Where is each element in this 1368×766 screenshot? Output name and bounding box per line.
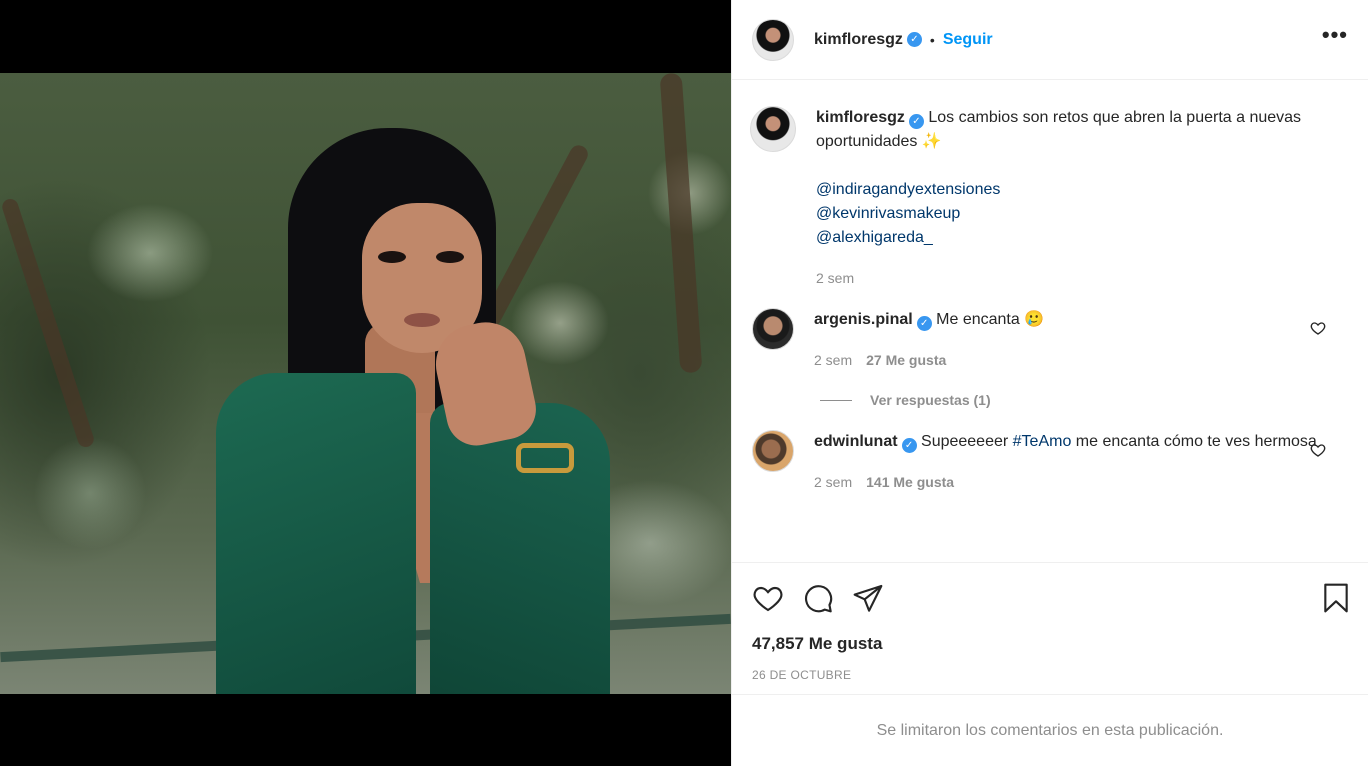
more-icon[interactable]: ••• bbox=[1322, 23, 1348, 50]
post-photo[interactable] bbox=[0, 73, 731, 694]
caption-meta: 2 sem bbox=[816, 266, 1350, 290]
verified-badge-icon: ✓ bbox=[901, 438, 917, 453]
post-date[interactable]: 26 DE OCTUBRE bbox=[732, 660, 1368, 694]
view-replies-button[interactable]: Ver respuestas (1) bbox=[820, 392, 1350, 408]
comment-text: Me encanta 🥲 bbox=[936, 311, 1045, 328]
post-like-count[interactable]: 47,857 Me gusta bbox=[732, 632, 1368, 660]
mention-link[interactable]: @alexhigareda_ bbox=[816, 226, 1350, 250]
replies-divider-line bbox=[820, 399, 852, 401]
comments-list[interactable]: kimfloresgz ✓ Los cambios son retos que a… bbox=[732, 80, 1368, 562]
caption-row: kimfloresgz ✓ Los cambios son retos que a… bbox=[750, 106, 1350, 290]
commenter-username[interactable]: argenis.pinal bbox=[814, 311, 913, 328]
share-icon[interactable] bbox=[852, 582, 884, 614]
verified-badge-icon: ✓ bbox=[906, 32, 922, 47]
mention-link[interactable]: @kevinrivasmakeup bbox=[816, 202, 1350, 226]
comment-body: argenis.pinal ✓ Me encanta 🥲 2 sem 27 Me g… bbox=[814, 308, 1350, 372]
photo-branch bbox=[659, 73, 703, 374]
view-replies-label: Ver respuestas (1) bbox=[870, 392, 991, 408]
comment-meta: 2 sem 27 Me gusta bbox=[814, 348, 1350, 372]
mention-link[interactable]: @indiragandyextensiones bbox=[816, 178, 1350, 202]
commenter-avatar[interactable] bbox=[752, 308, 794, 350]
author-avatar[interactable] bbox=[752, 18, 794, 61]
comment-row: edwinlunat ✓ Supeeeeeer #TeAmo me encanta… bbox=[750, 430, 1350, 494]
caption-time[interactable]: 2 sem bbox=[816, 270, 854, 286]
follow-button[interactable]: Seguir bbox=[943, 31, 993, 49]
verified-badge-icon: ✓ bbox=[908, 114, 924, 129]
hashtag-link[interactable]: #TeAmo bbox=[1013, 433, 1072, 450]
photo-subject-bracelet bbox=[516, 443, 574, 473]
photo-subject-lips bbox=[404, 313, 440, 327]
author-username[interactable]: kimfloresgz bbox=[814, 31, 903, 49]
comment-likes[interactable]: 141 Me gusta bbox=[866, 474, 954, 490]
caption-body: kimfloresgz ✓ Los cambios son retos que a… bbox=[816, 106, 1350, 290]
comment-body: edwinlunat ✓ Supeeeeeer #TeAmo me encanta… bbox=[814, 430, 1350, 494]
comment-icon[interactable] bbox=[802, 582, 834, 614]
commenter-avatar[interactable] bbox=[752, 430, 794, 472]
heart-icon[interactable] bbox=[1310, 442, 1326, 458]
photo-subject-eye bbox=[436, 251, 464, 263]
bookmark-icon[interactable] bbox=[1320, 582, 1352, 614]
comment-text-start: Supeeeeeer bbox=[921, 433, 1013, 450]
comments-limited-notice: Se limitaron los comentarios en esta pub… bbox=[732, 694, 1368, 766]
caption-author-avatar[interactable] bbox=[750, 106, 796, 152]
author-name-wrap: kimfloresgz ✓ • Seguir bbox=[814, 31, 993, 49]
photo-branch bbox=[0, 196, 96, 450]
caption-author-username[interactable]: kimfloresgz bbox=[816, 109, 905, 126]
comment-time[interactable]: 2 sem bbox=[814, 474, 852, 490]
heart-icon[interactable] bbox=[752, 582, 784, 614]
comment-text-end: me encanta cómo te ves hermosa bbox=[1071, 433, 1317, 450]
comment-meta: 2 sem 141 Me gusta bbox=[814, 470, 1350, 494]
comment-row: argenis.pinal ✓ Me encanta 🥲 2 sem 27 Me g… bbox=[750, 308, 1350, 372]
post-actions-bar bbox=[732, 562, 1368, 632]
photo-subject-jacket-left bbox=[216, 373, 416, 694]
verified-badge-icon: ✓ bbox=[916, 316, 932, 331]
comment-likes[interactable]: 27 Me gusta bbox=[866, 352, 946, 368]
heart-icon[interactable] bbox=[1310, 320, 1326, 336]
post-header: kimfloresgz ✓ • Seguir ••• bbox=[732, 0, 1368, 80]
photo-subject-eye bbox=[378, 251, 406, 263]
commenter-username[interactable]: edwinlunat bbox=[814, 433, 898, 450]
comment-time[interactable]: 2 sem bbox=[814, 352, 852, 368]
post-side-panel: kimfloresgz ✓ • Seguir ••• kimfloresgz ✓ … bbox=[731, 0, 1368, 766]
post-media-area bbox=[0, 0, 731, 766]
header-separator: • bbox=[929, 31, 935, 48]
